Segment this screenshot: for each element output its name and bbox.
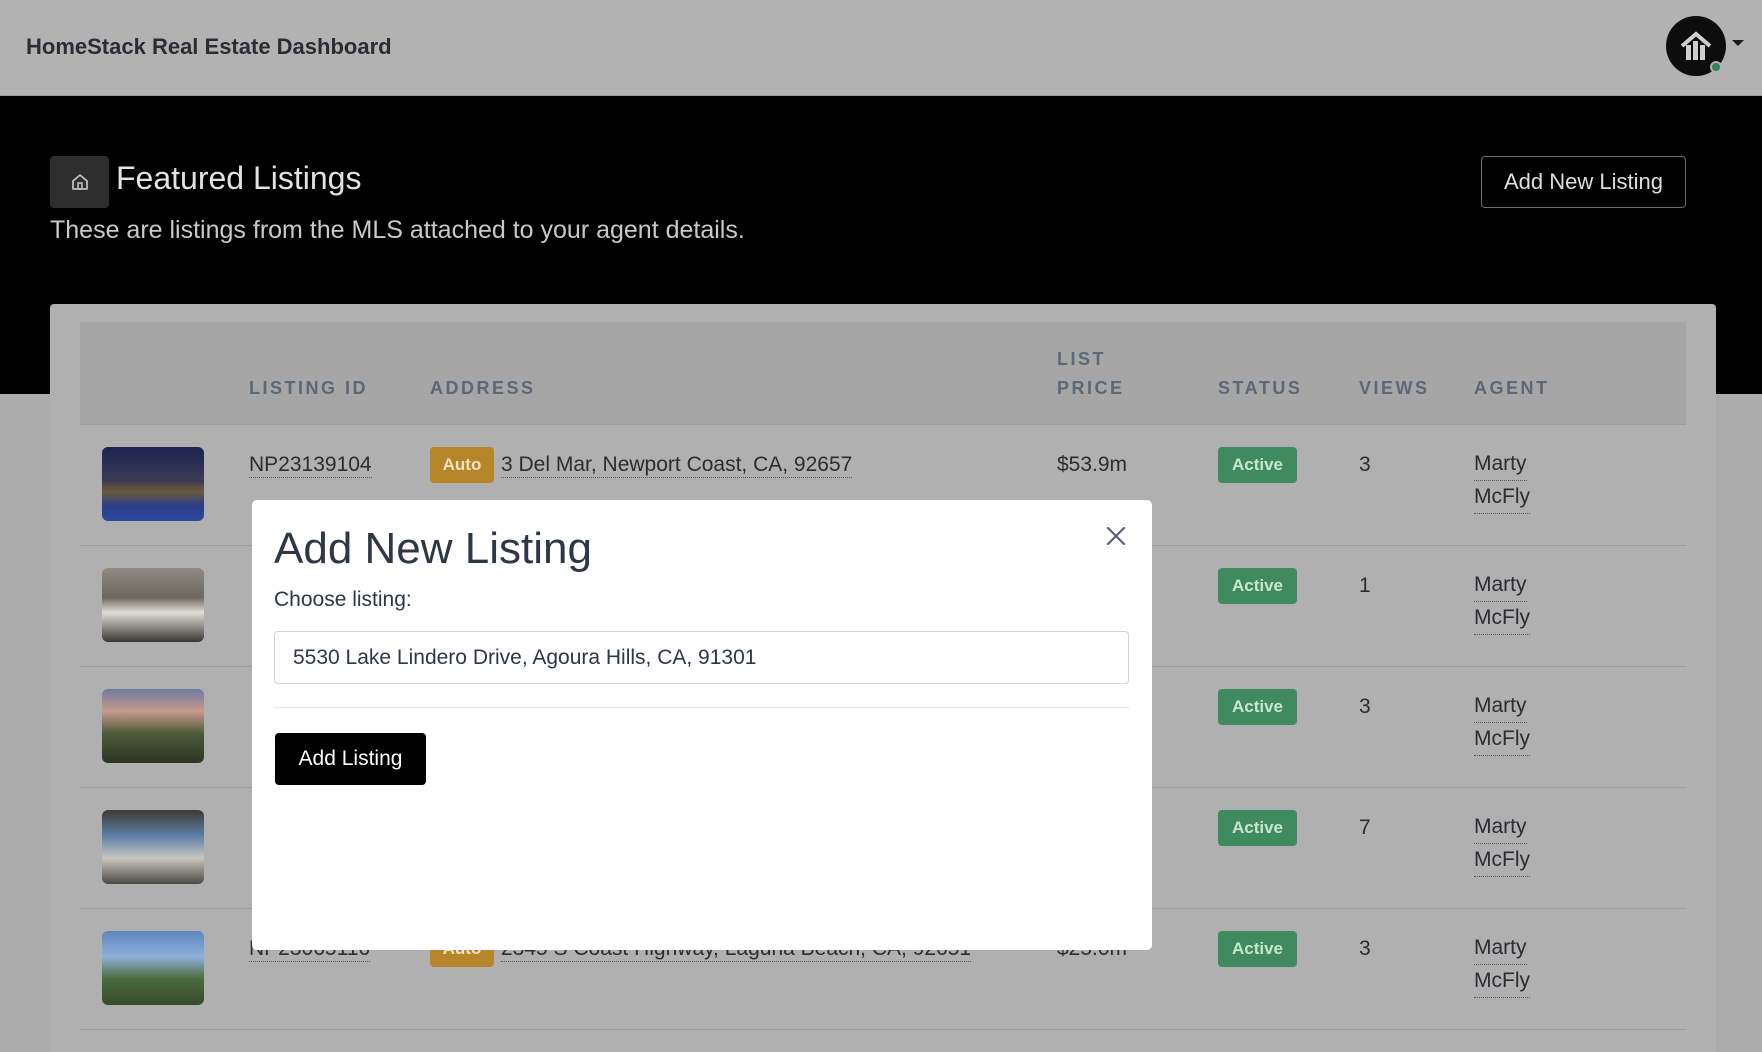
col-views: VIEWS — [1359, 378, 1430, 398]
add-new-listing-button[interactable]: Add New Listing — [1481, 156, 1686, 208]
views-value: 7 — [1359, 816, 1371, 839]
listing-thumbnail[interactable] — [102, 447, 204, 521]
status-badge: Active — [1218, 931, 1297, 967]
row-divider — [80, 1029, 1686, 1030]
page-title: Featured Listings — [116, 160, 362, 196]
row-divider — [80, 424, 1686, 425]
agent-link[interactable]: Marty McFly — [1474, 448, 1530, 514]
col-price: PRICE — [1057, 378, 1125, 398]
agent-last-name[interactable]: McFly — [1474, 965, 1530, 998]
chevron-down-icon[interactable] — [1732, 40, 1744, 46]
price-value: $53.9m — [1057, 453, 1128, 476]
views-value: 3 — [1359, 937, 1371, 960]
listing-id-link[interactable]: NP23139104 — [249, 452, 372, 478]
col-listing-id: LISTING ID — [249, 378, 368, 398]
agent-link[interactable]: Marty McFly — [1474, 811, 1530, 877]
add-listing-modal: Add New Listing Choose listing: Add List… — [252, 500, 1152, 950]
table-header — [80, 322, 1686, 424]
page-subtitle: These are listings from the MLS attached… — [50, 216, 745, 244]
agent-first-name[interactable]: Marty — [1474, 448, 1527, 481]
col-agent: AGENT — [1474, 378, 1550, 398]
agent-link[interactable]: Marty McFly — [1474, 932, 1530, 998]
homestack-logo-icon — [1680, 31, 1712, 60]
col-list: LIST — [1057, 349, 1106, 369]
home-icon — [50, 156, 109, 208]
add-listing-button[interactable]: Add Listing — [275, 733, 426, 785]
agent-last-name[interactable]: McFly — [1474, 602, 1530, 635]
brand-title[interactable]: HomeStack Real Estate Dashboard — [26, 34, 392, 60]
address-link[interactable]: 3 Del Mar, Newport Coast, CA, 92657 — [501, 452, 853, 478]
status-badge: Active — [1218, 810, 1297, 846]
choose-listing-label: Choose listing: — [274, 588, 412, 611]
views-value: 1 — [1359, 574, 1371, 597]
modal-divider — [274, 707, 1129, 708]
agent-link[interactable]: Marty McFly — [1474, 569, 1530, 635]
views-value: 3 — [1359, 453, 1371, 476]
auto-badge: Auto — [430, 447, 494, 483]
listing-thumbnail[interactable] — [102, 689, 204, 763]
listing-thumbnail[interactable] — [102, 810, 204, 884]
agent-first-name[interactable]: Marty — [1474, 569, 1527, 602]
status-badge: Active — [1218, 689, 1297, 725]
agent-last-name[interactable]: McFly — [1474, 723, 1530, 756]
top-navbar: HomeStack Real Estate Dashboard — [0, 0, 1762, 96]
agent-last-name[interactable]: McFly — [1474, 481, 1530, 514]
views-value: 3 — [1359, 695, 1371, 718]
close-icon[interactable] — [1102, 522, 1130, 550]
agent-last-name[interactable]: McFly — [1474, 844, 1530, 877]
listing-thumbnail[interactable] — [102, 568, 204, 642]
status-badge: Active — [1218, 568, 1297, 604]
listing-select-input[interactable] — [274, 631, 1129, 684]
agent-first-name[interactable]: Marty — [1474, 932, 1527, 965]
agent-link[interactable]: Marty McFly — [1474, 690, 1530, 756]
col-address: ADDRESS — [430, 378, 536, 398]
online-status-dot — [1710, 61, 1722, 73]
agent-first-name[interactable]: Marty — [1474, 811, 1527, 844]
status-badge: Active — [1218, 447, 1297, 483]
modal-title: Add New Listing — [274, 524, 592, 573]
col-status: STATUS — [1218, 378, 1303, 398]
agent-first-name[interactable]: Marty — [1474, 690, 1527, 723]
listing-thumbnail[interactable] — [102, 931, 204, 1005]
